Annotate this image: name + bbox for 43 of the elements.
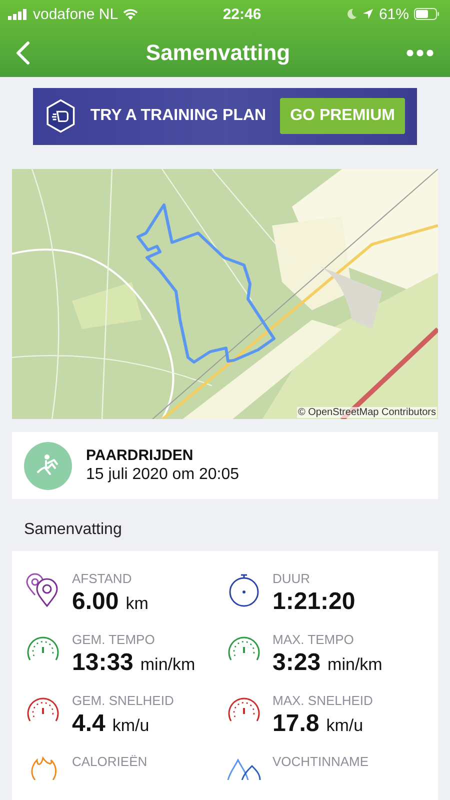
- stat-label: GEM. TEMPO: [72, 632, 156, 648]
- stat-label: MAX. SNELHEID: [272, 693, 373, 708]
- speedometer-icon: [226, 634, 262, 662]
- stat-unit: km/u: [326, 716, 364, 736]
- stat-value: 17.8: [272, 710, 320, 738]
- signal-icon: [8, 8, 28, 20]
- speedometer-icon: [226, 695, 262, 724]
- map[interactable]: © OpenStreetMap Contributors: [12, 168, 438, 420]
- stat-value: 13:33: [72, 649, 134, 678]
- back-chevron-icon: [16, 40, 30, 64]
- stat-value: 1:21:20: [272, 588, 356, 616]
- carrier-name: vodafone NL: [33, 6, 118, 22]
- activity-type: PAARDRIJDEN: [86, 447, 194, 464]
- section-title: Samenvatting: [24, 521, 122, 540]
- battery-icon: [414, 8, 440, 20]
- stat-value: 6.00: [72, 588, 119, 616]
- stat-label: DUUR: [272, 571, 312, 586]
- status-time: 22:46: [222, 6, 262, 22]
- stat-unit: km: [126, 594, 148, 614]
- stat-label: AFSTAND: [72, 571, 133, 586]
- stat-unit: km/u: [112, 716, 150, 736]
- stat-label: MAX. TEMPO: [272, 632, 355, 648]
- stat-label: VOCHTINNAME: [272, 754, 369, 770]
- speedometer-icon: [25, 695, 61, 724]
- stat-label: CALORIEËN: [72, 754, 148, 770]
- map-attribution: © OpenStreetMap Contributors: [297, 407, 437, 418]
- stat-value: 3:23: [272, 649, 321, 678]
- screen-title: Samenvatting: [146, 40, 290, 66]
- stat-value: 4.4: [72, 710, 106, 738]
- stat-label: GEM. SNELHEID: [72, 693, 174, 708]
- battery-percent: 61%: [378, 6, 409, 22]
- activity-date: 15 juli 2020 om 20:05: [86, 466, 239, 484]
- banner-text: TRY A TRAINING PLAN: [90, 107, 266, 126]
- wifi-icon: [123, 8, 138, 20]
- location-arrow-icon: [362, 8, 374, 20]
- horse-rider-icon: [24, 442, 72, 490]
- more-icon: [406, 48, 434, 56]
- stat-unit: min/km: [328, 655, 382, 676]
- moon-icon: [346, 8, 357, 20]
- promo-banner[interactable]: TRY A TRAINING PLAN GO PREMIUM: [33, 88, 417, 145]
- speedometer-icon: [25, 634, 61, 662]
- stat-unit: min/km: [140, 655, 196, 676]
- water-drops-icon: [226, 756, 262, 780]
